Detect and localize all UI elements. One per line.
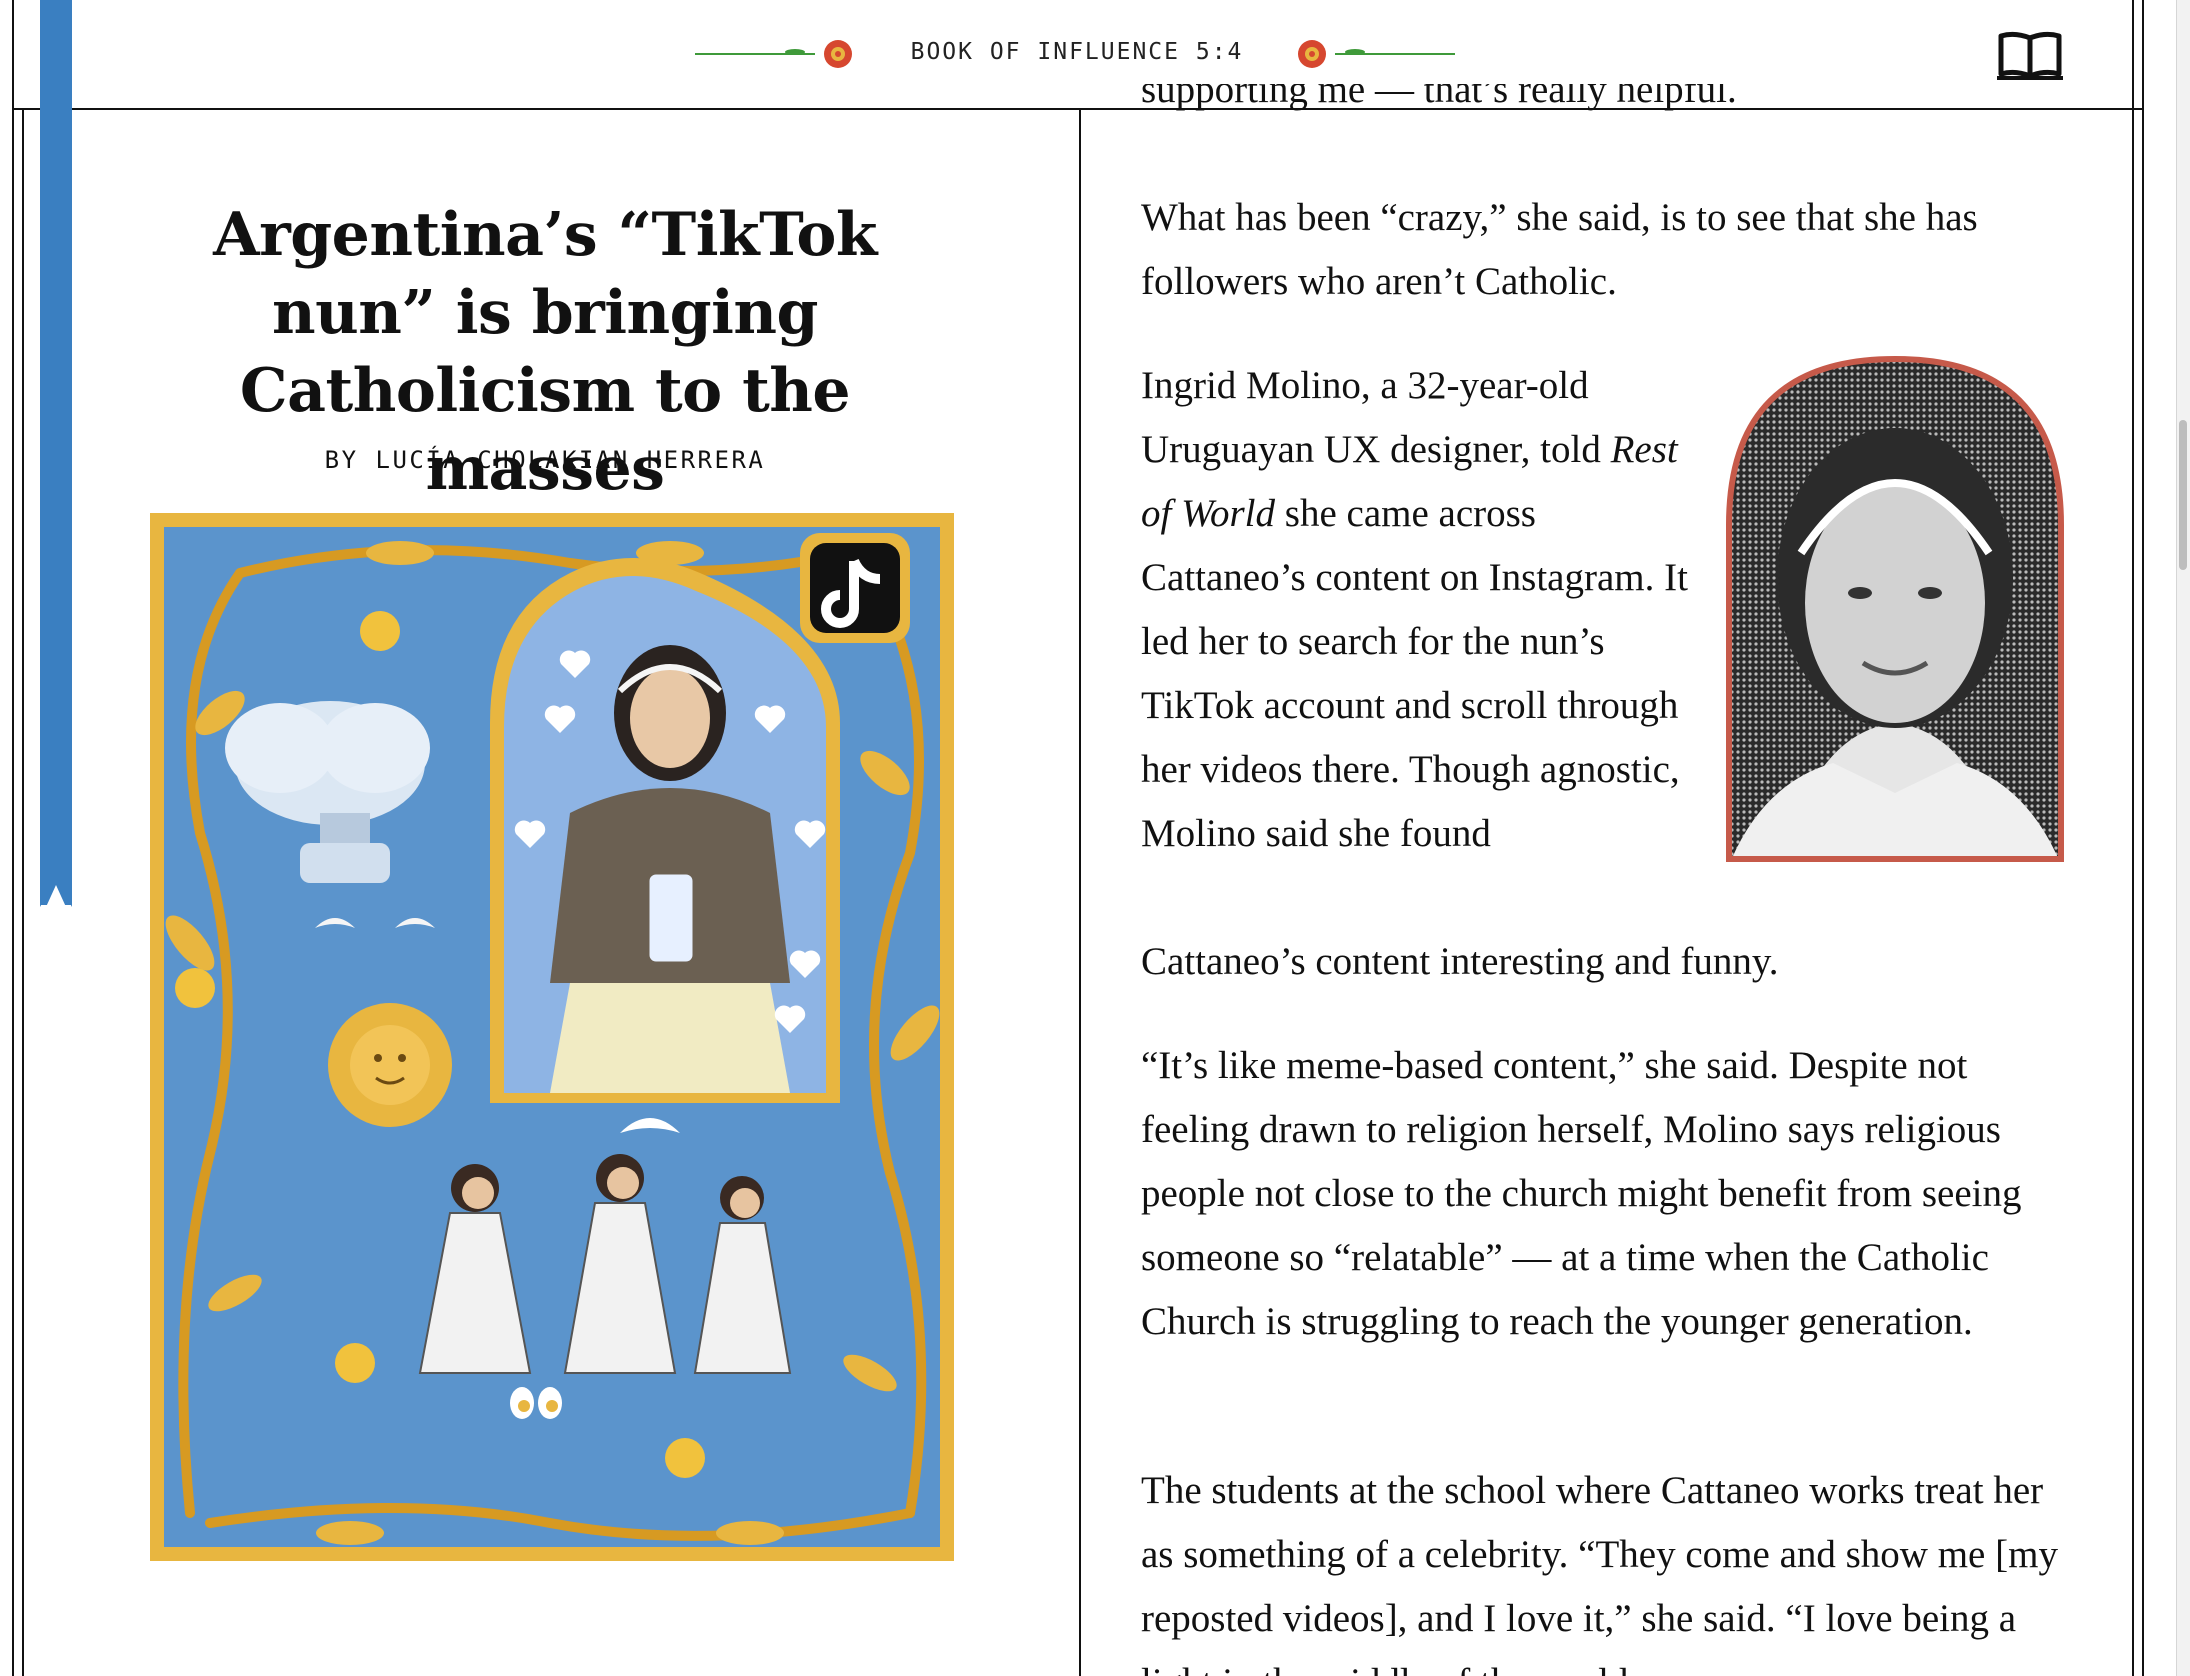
cut-off-line: supporting me — that’s really helpful. (1141, 84, 1737, 111)
column-divider (1079, 110, 1081, 1676)
scrollbar-thumb[interactable] (2179, 420, 2187, 570)
frame-line (12, 108, 14, 1676)
frame-line (22, 108, 24, 1676)
scrollbar-track[interactable] (2176, 0, 2190, 1676)
illuminated-manuscript-illustration (150, 513, 954, 1561)
portrait-photo (1726, 355, 2064, 862)
paragraph-text: Ingrid Molino, a 32-year-old Uruguayan U… (1141, 364, 1611, 471)
open-book-icon[interactable] (1997, 30, 2063, 82)
paragraph-continuation: Cattaneo’s content interesting and funny… (1141, 940, 1779, 983)
frame-line (12, 0, 14, 110)
flower-ornament-icon (695, 40, 852, 68)
paragraph: What has been “crazy,” she said, is to s… (1141, 196, 1978, 303)
paragraph: Ingrid Molino, a 32-year-old Uruguayan U… (1141, 354, 1701, 866)
frame-line (2142, 0, 2144, 1676)
article-byline: BY LUCÍA CHOLAKIAN HERRERA (324, 446, 766, 474)
paragraph-text: she came across Cattaneo’s content on In… (1141, 492, 1688, 855)
bookmark-ribbon-tail (40, 861, 72, 907)
paragraph: The students at the school where Cattane… (1141, 1469, 2058, 1676)
frame-line (2132, 0, 2134, 1676)
page-title: BOOK OF INFLUENCE 5:4 (910, 39, 1244, 65)
bookmark-ribbon (40, 0, 72, 905)
paragraph: “It’s like meme-based content,” she said… (1141, 1044, 2022, 1343)
flower-ornament-icon (1298, 40, 1455, 68)
